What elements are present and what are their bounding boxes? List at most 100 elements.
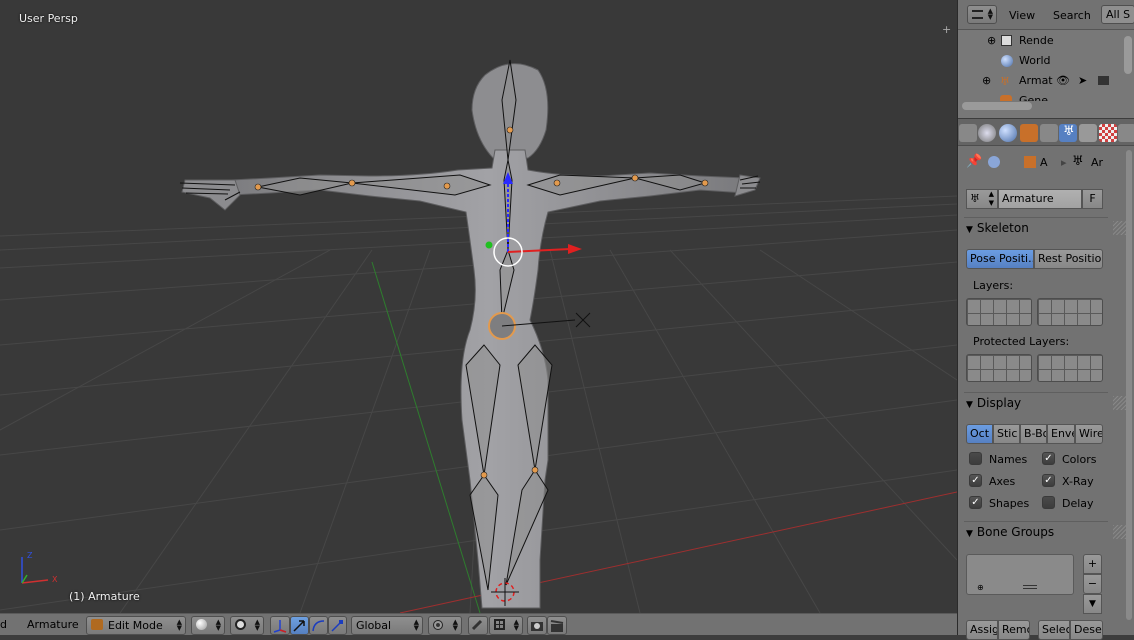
datablock-browse-button[interactable]: ♅ ▲ ▼ xyxy=(966,189,998,209)
expand-icon[interactable]: ⊕ xyxy=(982,71,991,91)
panel-drag-handle-icon[interactable] xyxy=(1113,396,1127,410)
translate-manipulator-button[interactable] xyxy=(290,616,309,635)
select-bone-group-button[interactable]: Selec xyxy=(1038,620,1070,640)
properties-editor[interactable]: 📌 A ▸ ♅ Ar ♅▲▼ Armature F Skeleton Pose … xyxy=(958,146,1134,640)
character-mesh xyxy=(181,63,761,609)
remove-from-bone-group-button[interactable]: Remo xyxy=(998,620,1030,640)
properties-tabs: ♅ xyxy=(958,118,1134,146)
pose-position-button[interactable]: Pose Positi... xyxy=(966,249,1034,269)
toolshelf-toggle-plus-icon[interactable]: + xyxy=(942,24,953,35)
protected-layers-label: Protected Layers: xyxy=(973,335,1070,348)
rotate-manipulator-button[interactable] xyxy=(309,616,328,635)
list-filter-icon[interactable]: ⊕ xyxy=(977,583,984,592)
layers-grid-left[interactable] xyxy=(966,298,1032,326)
tab-material-icon[interactable] xyxy=(1099,124,1117,142)
list-grip-icon[interactable] xyxy=(1023,585,1037,589)
right-panels: ▲ ▼ View Search All S ⊕ Rende World ⊕ ♅ A… xyxy=(957,0,1134,640)
display-stick-button[interactable]: Stic xyxy=(993,424,1020,444)
names-label: Names xyxy=(989,453,1028,466)
outliner-view-menu[interactable]: View xyxy=(1009,9,1035,22)
outliner-vertical-scrollbar[interactable] xyxy=(1124,36,1132,74)
shapes-checkbox[interactable]: ✓ xyxy=(969,496,982,509)
protected-layers-grid-left[interactable] xyxy=(966,354,1032,382)
axes-checkbox[interactable]: ✓ xyxy=(969,474,982,487)
pin-icon[interactable]: 📌 xyxy=(966,154,982,169)
mode-label: Edit Mode xyxy=(108,619,163,632)
scale-manipulator-button[interactable] xyxy=(328,616,347,635)
tab-render-icon[interactable] xyxy=(959,124,977,142)
tab-world-icon[interactable] xyxy=(999,124,1017,142)
view-label: User Persp xyxy=(19,12,78,25)
pivot-icon xyxy=(235,619,246,630)
snap-element-select[interactable]: ▲ ▼ xyxy=(489,616,523,635)
outliner-filter-select[interactable]: All S xyxy=(1101,5,1134,24)
delay-checkbox[interactable] xyxy=(1042,496,1055,509)
display-octahedral-button[interactable]: Oct xyxy=(966,424,993,444)
3d-viewport[interactable]: X Z User Persp (1) Armature + xyxy=(0,0,957,613)
names-checkbox[interactable] xyxy=(969,452,982,465)
pivot-select[interactable]: ▲ ▼ xyxy=(230,616,264,635)
viewport-scene[interactable]: X Z xyxy=(0,0,957,613)
path-data-label: Ar xyxy=(1091,156,1104,169)
translate-arrow-icon xyxy=(293,620,305,632)
snap-toggle[interactable] xyxy=(468,616,488,635)
bone-groups-list[interactable]: ⊕ xyxy=(966,554,1074,595)
axis-gizmo xyxy=(21,557,49,584)
tab-constraints-icon[interactable] xyxy=(1040,124,1058,142)
display-wire-button[interactable]: Wire xyxy=(1075,424,1103,444)
datablock-name-field[interactable]: Armature xyxy=(998,189,1082,209)
add-bone-group-plus-icon[interactable]: + xyxy=(1083,554,1102,574)
editor-menu-label[interactable]: d xyxy=(0,618,7,631)
y-axis-line xyxy=(371,261,481,613)
panel-bone-groups-title[interactable]: Bone Groups xyxy=(966,521,1106,543)
tab-object-icon[interactable] xyxy=(1020,124,1038,142)
magnet-icon xyxy=(471,619,483,631)
assign-bone-group-button[interactable]: Assig xyxy=(966,620,998,640)
deselect-bone-group-button[interactable]: Desel xyxy=(1070,620,1103,640)
panel-drag-handle-icon[interactable] xyxy=(1113,221,1127,235)
editor-type-select[interactable]: ▲ ▼ xyxy=(967,5,997,24)
colors-label: Colors xyxy=(1062,453,1097,466)
manipulator-toggle[interactable] xyxy=(270,616,290,635)
rest-position-button[interactable]: Rest Position xyxy=(1034,249,1103,269)
bone-group-specials-chevron-down-icon[interactable]: ▼ xyxy=(1083,594,1102,614)
render-camera-icon[interactable] xyxy=(1098,76,1109,85)
remove-bone-group-minus-icon[interactable]: − xyxy=(1083,574,1102,594)
display-bbone-button[interactable]: B-Bo xyxy=(1020,424,1047,444)
outliner-search-menu[interactable]: Search xyxy=(1053,9,1091,22)
orientation-select[interactable]: Global ▲ ▼ xyxy=(351,616,423,635)
tab-bone-icon[interactable] xyxy=(1079,124,1097,142)
fake-user-button[interactable]: F xyxy=(1082,189,1103,209)
panel-skeleton-title[interactable]: Skeleton xyxy=(966,217,1106,239)
proportional-edit-select[interactable]: ▲ ▼ xyxy=(428,616,462,635)
outliner[interactable]: ▲ ▼ View Search All S ⊕ Rende World ⊕ ♅ A… xyxy=(958,0,1134,118)
dropdown-arrows-icon: ▲ ▼ xyxy=(176,618,182,632)
panel-drag-handle-icon[interactable] xyxy=(1113,525,1127,539)
display-envelope-button[interactable]: Enve xyxy=(1047,424,1075,444)
tab-texture-icon[interactable] xyxy=(1118,124,1134,142)
select-cursor-icon[interactable]: ➤ xyxy=(1078,71,1087,91)
object-cube-icon xyxy=(1024,156,1036,168)
outliner-row-mesh[interactable]: Gene xyxy=(958,91,1118,101)
tab-scene-icon[interactable] xyxy=(978,124,996,142)
object-menu[interactable]: Armature xyxy=(27,618,79,631)
outliner-row-label: Gene xyxy=(1019,94,1049,101)
shading-select[interactable]: ▲ ▼ xyxy=(191,616,225,635)
render-opengl-button[interactable] xyxy=(527,616,547,635)
armature-browse-icon: ♅ xyxy=(970,192,980,205)
panel-display-title[interactable]: Display xyxy=(966,392,1106,414)
outliner-horizontal-scrollbar[interactable] xyxy=(962,102,1032,110)
outliner-row-world[interactable]: World xyxy=(958,51,1118,71)
colors-checkbox[interactable]: ✓ xyxy=(1042,452,1055,465)
render-animation-button[interactable] xyxy=(547,616,567,635)
expand-icon[interactable]: ⊕ xyxy=(987,31,996,51)
tab-armature-data-icon[interactable]: ♅ xyxy=(1059,124,1077,142)
outliner-row-render[interactable]: ⊕ Rende xyxy=(958,31,1118,51)
visibility-eye-icon[interactable]: 👁 xyxy=(1056,71,1070,91)
xray-checkbox[interactable]: ✓ xyxy=(1042,474,1055,487)
protected-layers-grid-right[interactable] xyxy=(1037,354,1103,382)
layers-grid-right[interactable] xyxy=(1037,298,1103,326)
properties-scrollbar[interactable] xyxy=(1126,150,1132,620)
outliner-row-armature[interactable]: ⊕ ♅ Armat 👁 ➤ xyxy=(958,71,1118,91)
mode-select[interactable]: Edit Mode ▲ ▼ xyxy=(86,616,186,635)
